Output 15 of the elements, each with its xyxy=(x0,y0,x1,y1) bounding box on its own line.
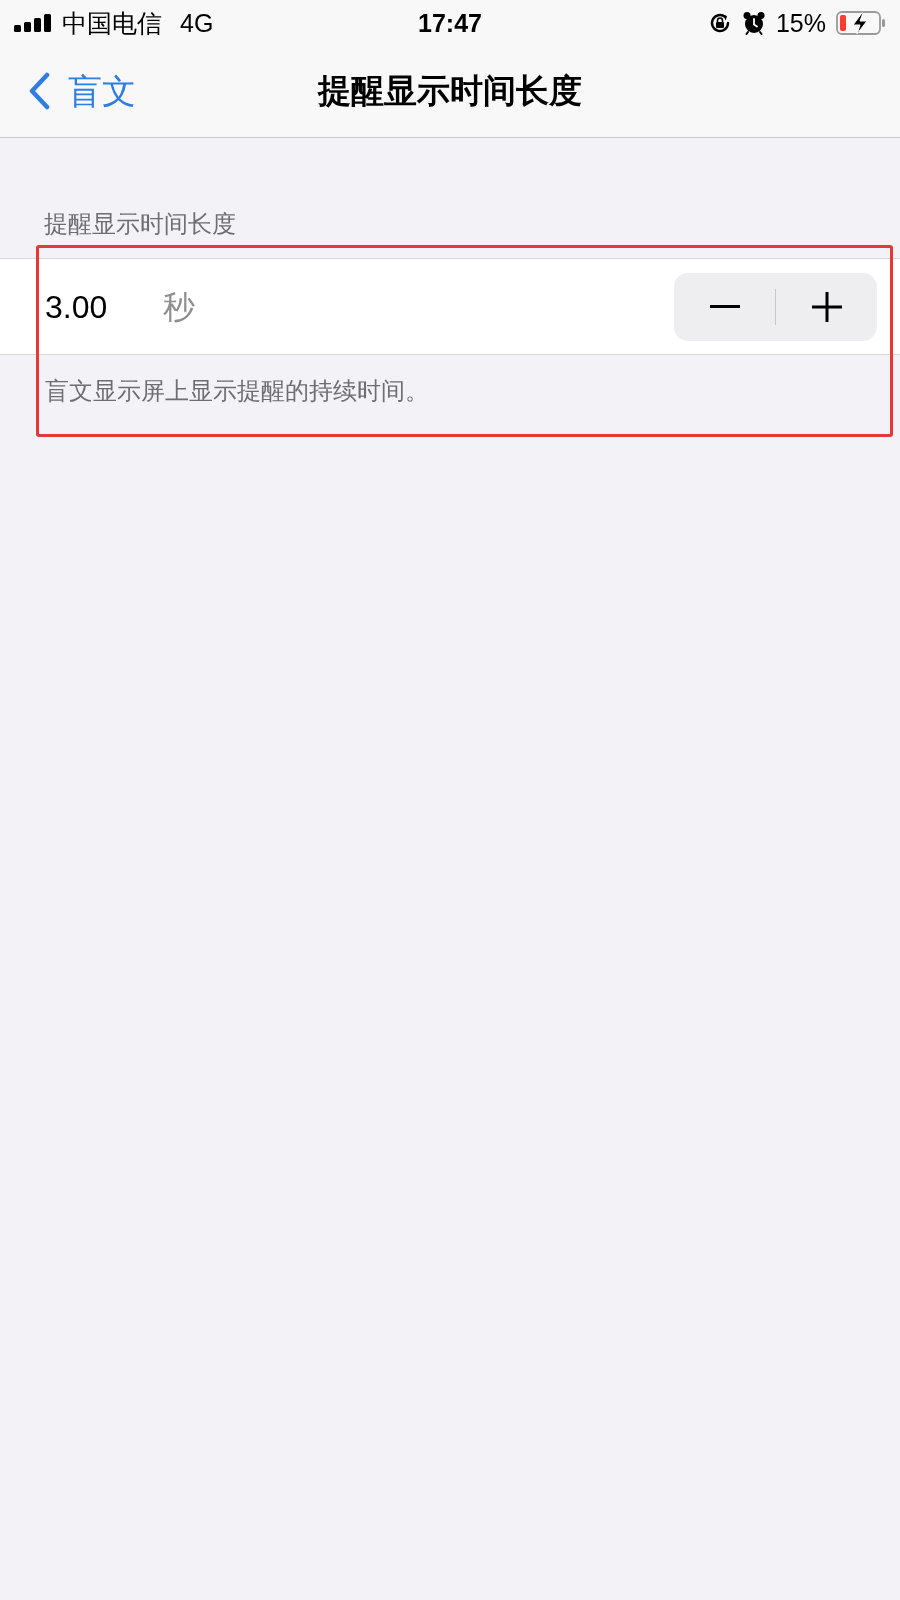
duration-value: 3.00 xyxy=(45,287,109,327)
back-button[interactable]: 盲文 xyxy=(0,69,136,113)
duration-unit: 秒 xyxy=(163,287,195,327)
alarm-clock-icon xyxy=(741,10,766,35)
network-type: 4G xyxy=(180,7,214,38)
minus-icon xyxy=(709,305,740,308)
back-chevron-icon xyxy=(28,72,50,110)
battery-percent: 15% xyxy=(775,7,826,38)
carrier-name: 中国电信 xyxy=(62,7,162,38)
section-header: 提醒显示时间长度 xyxy=(43,209,237,239)
status-time: 17:47 xyxy=(418,7,482,38)
section-footer: 盲文显示屏上显示提醒的持续时间。 xyxy=(0,355,900,407)
page-title: 提醒显示时间长度 xyxy=(318,71,582,111)
signal-bars-icon xyxy=(14,13,52,32)
plus-icon xyxy=(811,291,842,322)
